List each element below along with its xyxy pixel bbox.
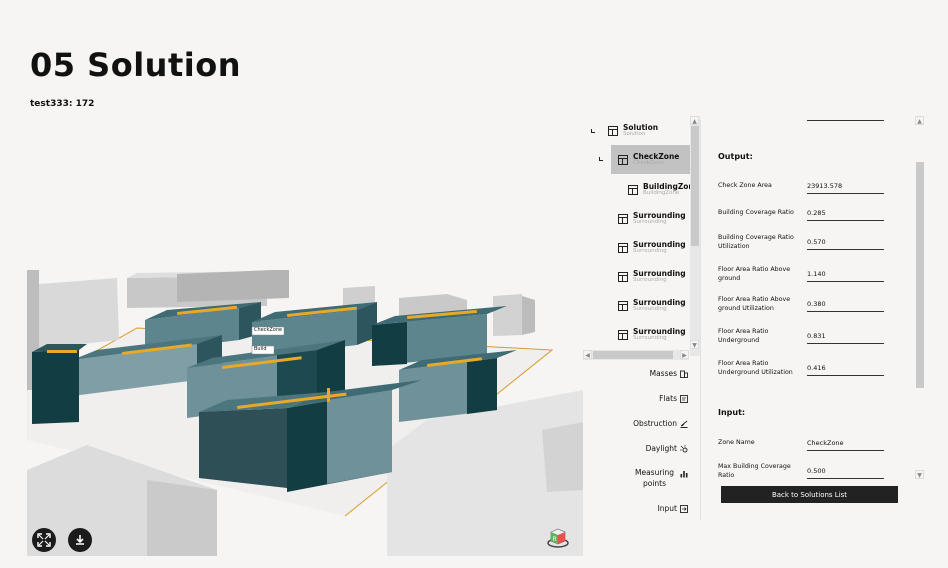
property-key: Zone Name bbox=[718, 439, 755, 446]
table-icon bbox=[628, 184, 638, 195]
scroll-left-arrow-icon[interactable]: ◀ bbox=[583, 350, 592, 359]
label-tag-building: Build bbox=[254, 346, 267, 352]
tree-item-buildingzone[interactable]: BuildingZone BuildingZone bbox=[628, 175, 699, 204]
property-value: 23913.578 bbox=[807, 182, 884, 194]
property-value: 0.285 bbox=[807, 209, 884, 221]
menu-item-flats[interactable]: Flats bbox=[659, 394, 688, 403]
menu-item-label: Flats bbox=[659, 394, 677, 403]
property-value: 0.570 bbox=[807, 238, 884, 250]
orientation-cube-icon[interactable]: R bbox=[546, 525, 570, 549]
back-to-solutions-button[interactable]: Back to Solutions List bbox=[721, 486, 898, 503]
label-tag-checkzone: CheckZone bbox=[254, 327, 283, 333]
scroll-down-arrow-icon[interactable]: ▼ bbox=[915, 470, 924, 479]
tree-item-surrounding[interactable]: Surrounding Surrounding bbox=[618, 262, 693, 291]
table-icon bbox=[618, 271, 628, 282]
tree-item-type: Surrounding bbox=[633, 247, 667, 254]
menu-item-label: Obstruction bbox=[633, 419, 677, 428]
fullscreen-button[interactable] bbox=[32, 528, 56, 552]
tree-horizontal-scrollbar[interactable] bbox=[583, 350, 689, 360]
table-icon bbox=[618, 300, 628, 311]
solution-tree[interactable]: Solution Solution CheckZone CheckZone Buil… bbox=[583, 116, 701, 360]
table-icon bbox=[618, 242, 628, 253]
daylight-icon bbox=[680, 444, 688, 452]
tree-item-solution[interactable]: Solution Solution bbox=[608, 116, 688, 145]
bar-chart-icon bbox=[680, 471, 688, 478]
tree-item-surrounding[interactable]: Surrounding Surrounding bbox=[618, 233, 693, 262]
property-value: 0.416 bbox=[807, 364, 884, 376]
3d-viewport[interactable]: CheckZone Build R bbox=[27, 240, 583, 556]
properties-panel: Output: Check Zone Area 23913.578 Buildi… bbox=[706, 116, 926, 522]
menu-item-measuring-points[interactable]: Measuring points bbox=[632, 468, 688, 489]
property-key: Floor Area Ratio Underground bbox=[718, 328, 769, 344]
panel-divider bbox=[700, 120, 701, 520]
tree-vertical-scrollbar[interactable] bbox=[690, 116, 700, 356]
scroll-down-arrow-icon[interactable]: ▼ bbox=[690, 340, 699, 349]
property-key: Building Coverage Ratio bbox=[718, 209, 794, 216]
building-icon bbox=[680, 370, 688, 378]
property-key: Max Building Coverage Ratio bbox=[718, 463, 791, 479]
page-subtitle: test333: 172 bbox=[30, 99, 95, 109]
tree-item-type: Solution bbox=[623, 130, 646, 137]
field-underline bbox=[807, 120, 884, 121]
property-key: Check Zone Area bbox=[718, 182, 772, 189]
page-title: 05 Solution bbox=[30, 46, 241, 84]
zone-name-field[interactable]: CheckZone bbox=[807, 439, 884, 451]
tree-item-type: Surrounding bbox=[633, 218, 667, 225]
scroll-thumb[interactable] bbox=[593, 351, 673, 359]
property-key: Building Coverage Ratio Utilization bbox=[718, 234, 794, 250]
menu-item-obstruction[interactable]: Obstruction bbox=[633, 419, 688, 428]
input-icon bbox=[680, 504, 688, 513]
scroll-right-arrow-icon[interactable]: ▶ bbox=[680, 350, 689, 359]
scroll-thumb[interactable] bbox=[691, 126, 699, 246]
table-icon bbox=[618, 154, 628, 165]
table-icon bbox=[618, 329, 628, 340]
output-section-title: Output: bbox=[718, 152, 753, 161]
property-value: 0.831 bbox=[807, 332, 884, 344]
property-value: 0.380 bbox=[807, 300, 884, 312]
tree-item-surrounding[interactable]: Surrounding Surrounding bbox=[618, 320, 693, 349]
svg-text:R: R bbox=[553, 536, 557, 543]
max-building-coverage-field[interactable]: 0.500 bbox=[807, 467, 884, 479]
table-icon bbox=[608, 125, 618, 136]
tree-item-type: Surrounding bbox=[633, 305, 667, 312]
properties-scrollbar[interactable] bbox=[915, 116, 925, 484]
scroll-up-arrow-icon[interactable]: ▲ bbox=[690, 116, 699, 125]
obstruction-icon bbox=[680, 420, 688, 428]
expand-icon bbox=[37, 533, 51, 547]
tree-item-surrounding[interactable]: Surrounding Surrounding bbox=[618, 291, 693, 320]
menu-item-label: Masses bbox=[649, 369, 677, 378]
flats-icon bbox=[680, 394, 688, 403]
scroll-up-arrow-icon[interactable]: ▲ bbox=[915, 116, 924, 125]
menu-item-input[interactable]: Input bbox=[658, 504, 688, 513]
tree-item-checkzone[interactable]: CheckZone CheckZone bbox=[611, 145, 691, 174]
tree-item-surrounding[interactable]: Surrounding Surrounding bbox=[618, 204, 693, 233]
tree-item-type: Surrounding bbox=[633, 276, 667, 283]
tree-item-type: Surrounding bbox=[633, 334, 667, 341]
menu-item-daylight[interactable]: Daylight bbox=[646, 444, 688, 453]
property-key: Floor Area Ratio Above ground Utilizatio… bbox=[718, 296, 791, 312]
tree-item-type: CheckZone bbox=[633, 159, 664, 166]
property-key: Floor Area Ratio Above ground bbox=[718, 266, 791, 282]
menu-item-label: Measuring points bbox=[634, 468, 675, 488]
download-button[interactable] bbox=[68, 528, 92, 552]
menu-item-label: Input bbox=[657, 504, 677, 513]
input-section-title: Input: bbox=[718, 408, 746, 417]
scroll-thumb[interactable] bbox=[916, 162, 924, 388]
property-key: Floor Area Ratio Underground Utilization bbox=[718, 360, 793, 376]
menu-item-label: Daylight bbox=[645, 444, 677, 453]
table-icon bbox=[618, 213, 628, 224]
property-value: 1.140 bbox=[807, 270, 884, 282]
download-icon bbox=[76, 535, 84, 545]
menu-item-masses[interactable]: Masses bbox=[650, 369, 688, 378]
scene-render bbox=[27, 270, 583, 556]
